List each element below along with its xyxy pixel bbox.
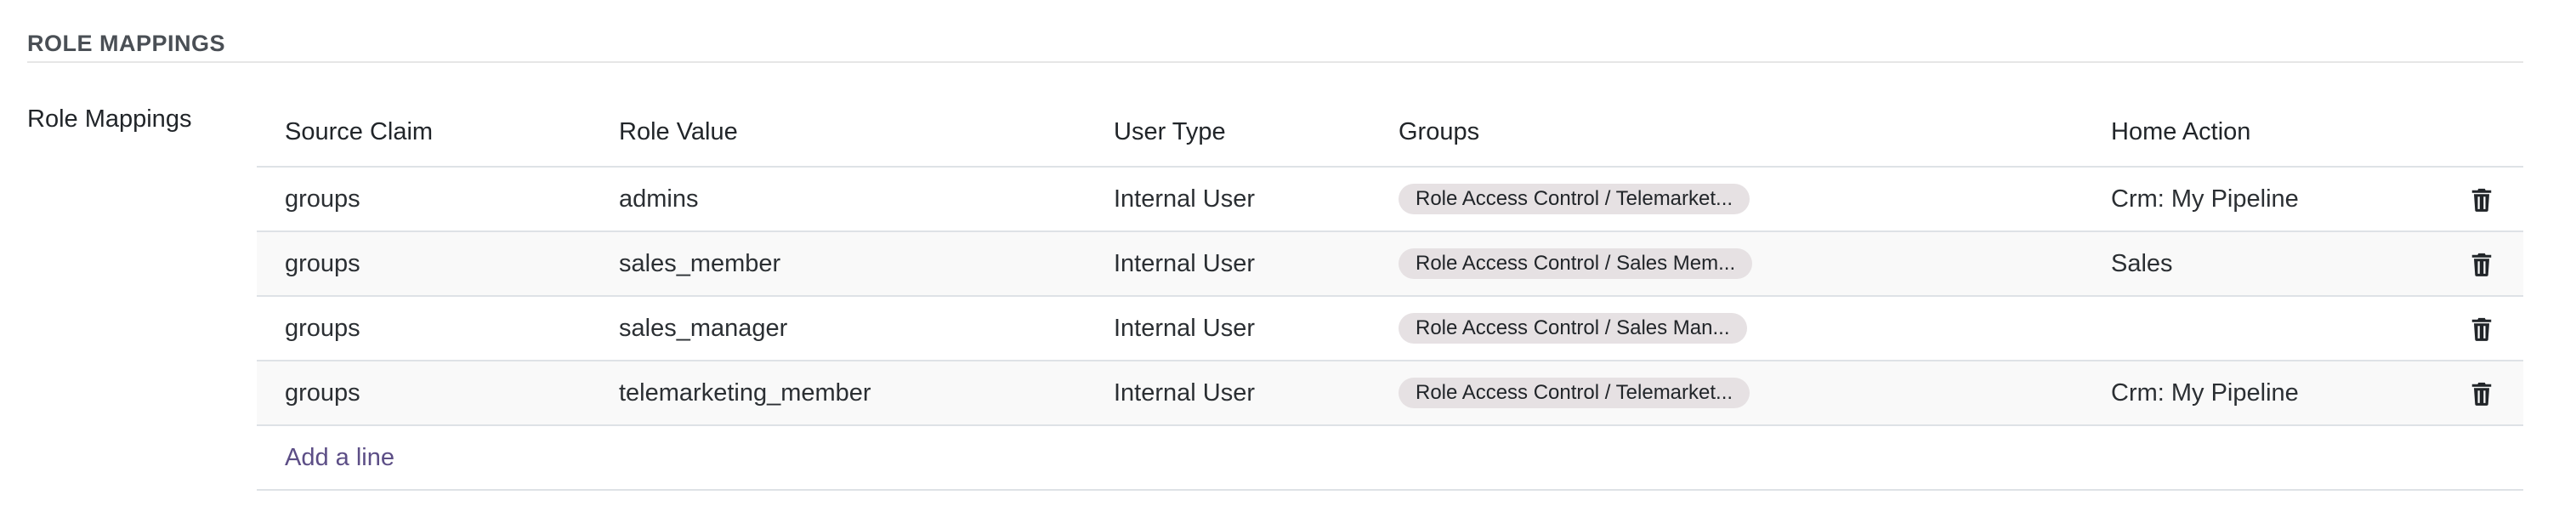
cell-home-action[interactable]: Sales [2083,231,2440,297]
column-header-groups[interactable]: Groups [1370,98,2083,168]
trash-icon[interactable] [2470,381,2494,407]
cell-delete [2440,296,2523,361]
add-line-row: Add a line [257,425,2523,491]
table-row[interactable]: groups telemarketing_member Internal Use… [257,361,2523,426]
cell-groups[interactable]: Role Access Control / Telemarket... [1370,167,2083,232]
group-tag[interactable]: Role Access Control / Sales Man... [1399,313,1747,344]
table-row[interactable]: groups admins Internal User Role Access … [257,167,2523,232]
cell-user-type[interactable]: Internal User [1086,361,1370,426]
cell-home-action[interactable] [2083,296,2440,361]
role-mappings-table: Source Claim Role Value User Type Groups… [257,98,2523,491]
cell-role-value[interactable]: sales_manager [591,296,1086,361]
column-header-role-value[interactable]: Role Value [591,98,1086,168]
role-mappings-page: ROLE MAPPINGS Role Mappings Source Claim… [0,0,2576,512]
cell-user-type[interactable]: Internal User [1086,296,1370,361]
section-title: ROLE MAPPINGS [27,31,226,56]
column-header-source-claim[interactable]: Source Claim [257,98,591,168]
cell-user-type[interactable]: Internal User [1086,231,1370,297]
column-header-home-action[interactable]: Home Action [2083,98,2440,168]
cell-groups[interactable]: Role Access Control / Sales Mem... [1370,231,2083,297]
column-header-actions [2440,98,2523,168]
cell-source-claim[interactable]: groups [257,361,591,426]
trash-icon[interactable] [2470,252,2494,277]
column-header-user-type[interactable]: User Type [1086,98,1370,168]
trash-icon[interactable] [2470,316,2494,342]
cell-source-claim[interactable]: groups [257,296,591,361]
cell-role-value[interactable]: sales_member [591,231,1086,297]
cell-home-action[interactable]: Crm: My Pipeline [2083,361,2440,426]
role-mappings-table-container: Source Claim Role Value User Type Groups… [257,98,2523,491]
trash-icon[interactable] [2470,187,2494,213]
cell-delete [2440,361,2523,426]
group-tag[interactable]: Role Access Control / Telemarket... [1399,184,1750,214]
field-label-role-mappings: Role Mappings [27,105,192,133]
cell-groups[interactable]: Role Access Control / Telemarket... [1370,361,2083,426]
cell-source-claim[interactable]: groups [257,231,591,297]
group-tag[interactable]: Role Access Control / Sales Mem... [1399,248,1753,279]
add-line-cell: Add a line [257,425,2523,491]
table-row[interactable]: groups sales_manager Internal User Role … [257,296,2523,361]
cell-user-type[interactable]: Internal User [1086,167,1370,232]
table-header-row: Source Claim Role Value User Type Groups… [257,98,2523,168]
table-row[interactable]: groups sales_member Internal User Role A… [257,231,2523,297]
cell-delete [2440,231,2523,297]
cell-role-value[interactable]: admins [591,167,1086,232]
group-tag[interactable]: Role Access Control / Telemarket... [1399,378,1750,408]
cell-role-value[interactable]: telemarketing_member [591,361,1086,426]
cell-home-action[interactable]: Crm: My Pipeline [2083,167,2440,232]
add-line-link[interactable]: Add a line [285,444,394,471]
cell-source-claim[interactable]: groups [257,167,591,232]
cell-delete [2440,167,2523,232]
cell-groups[interactable]: Role Access Control / Sales Man... [1370,296,2083,361]
section-divider [27,61,2523,63]
